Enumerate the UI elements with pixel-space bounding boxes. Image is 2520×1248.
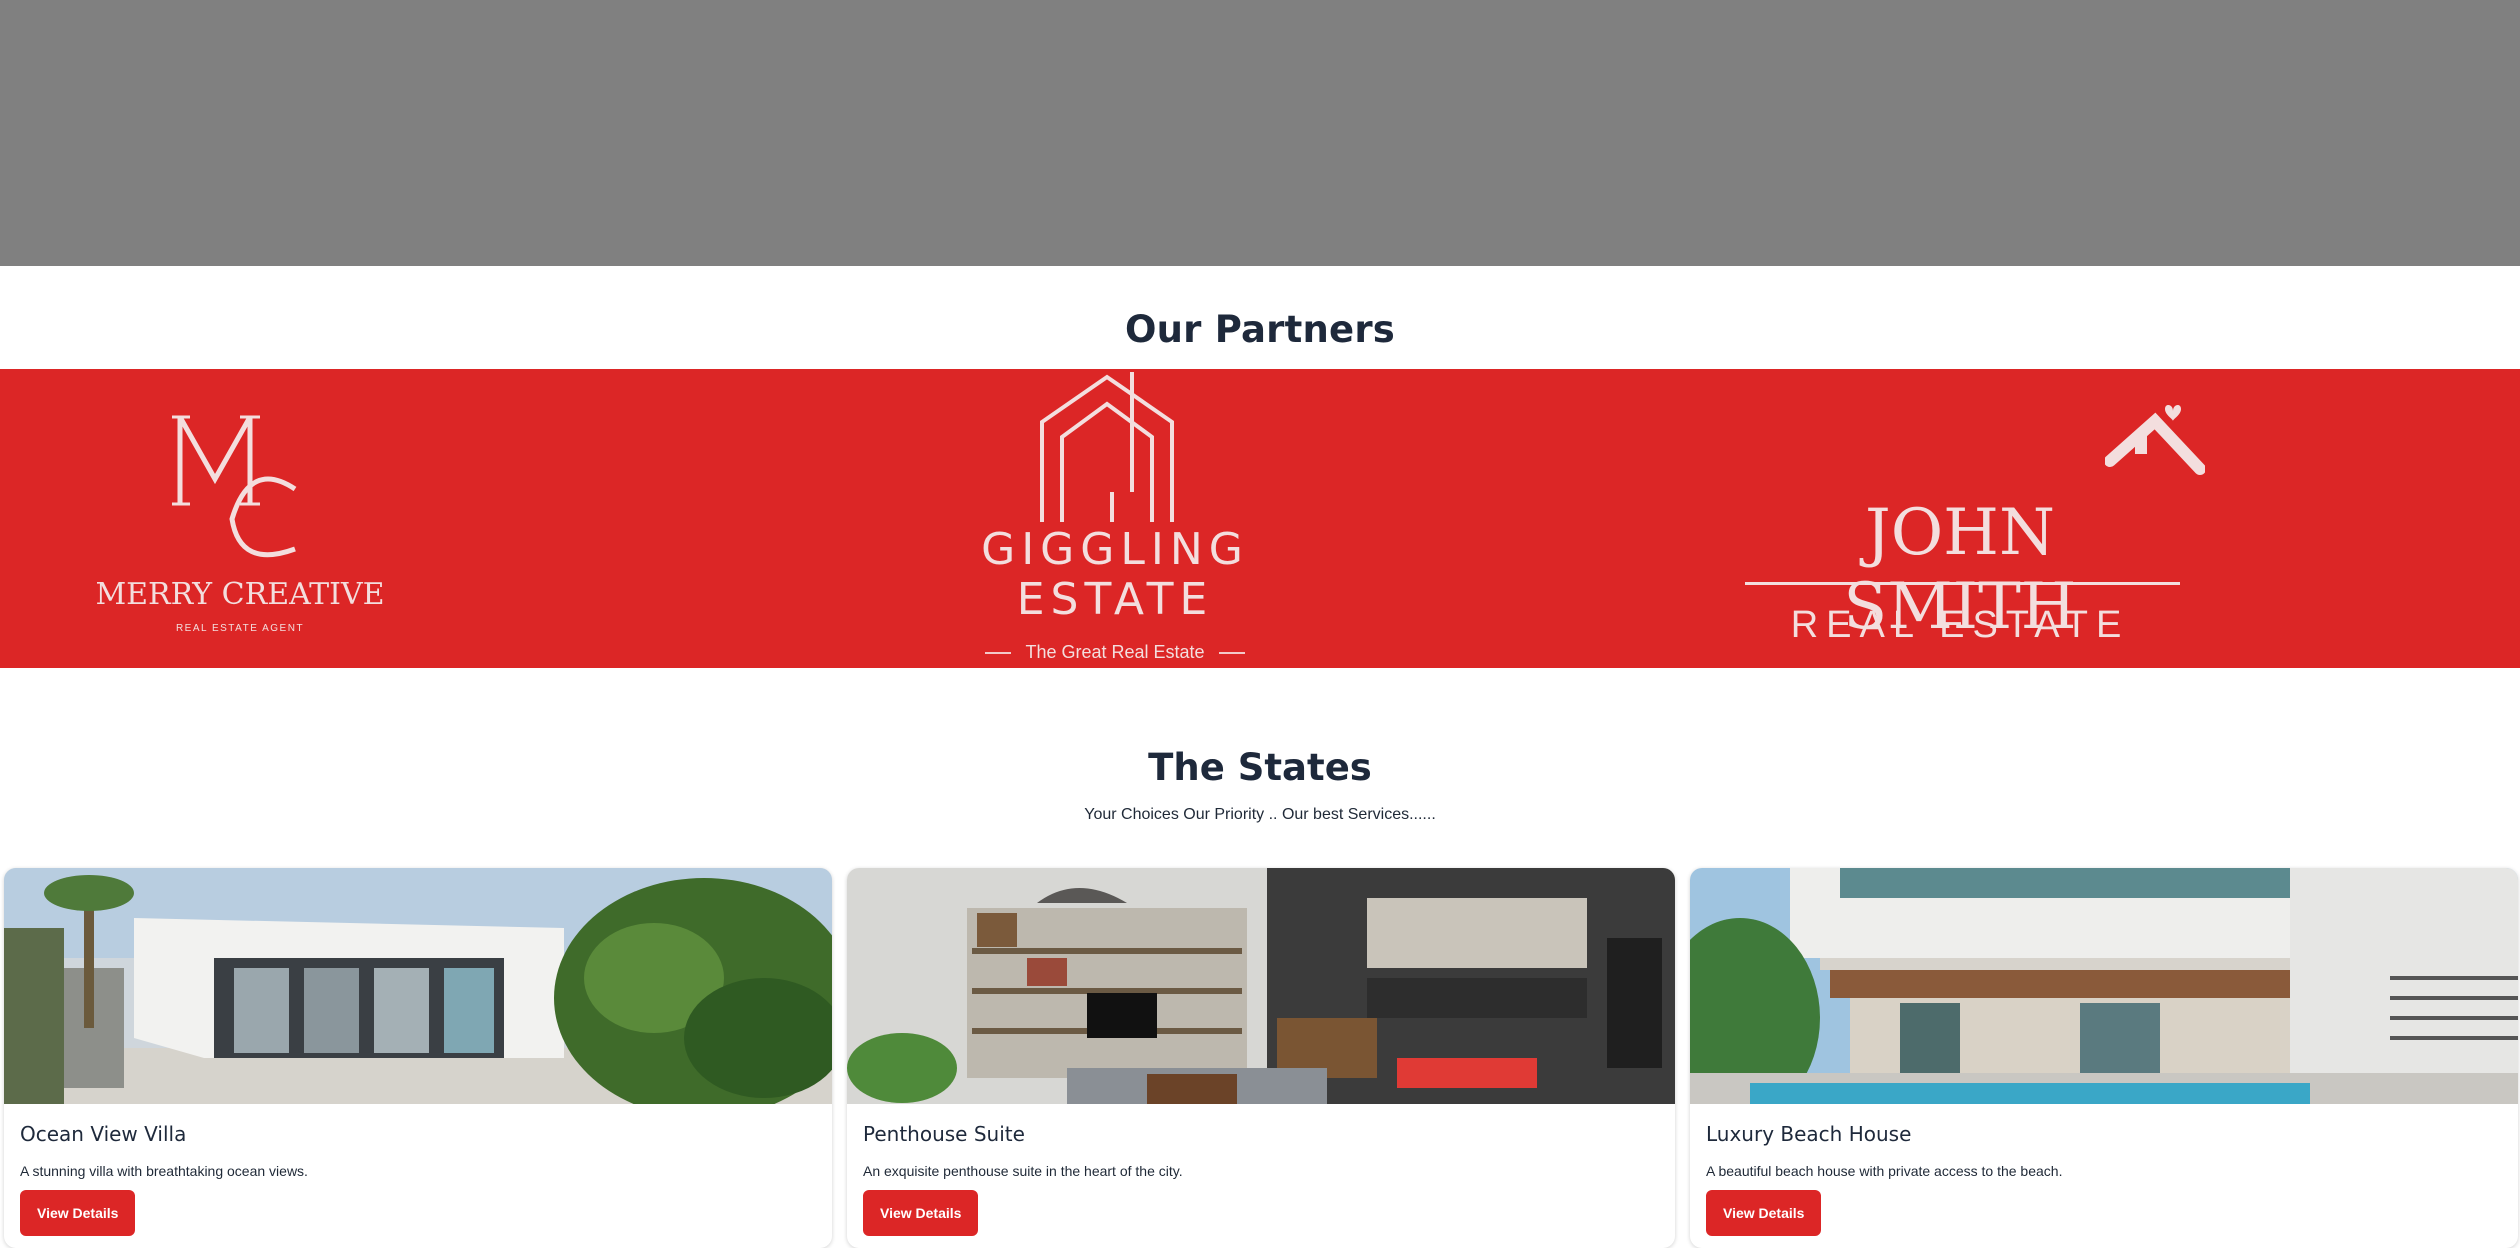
giggling-estate-name-line1: GIGGLING bbox=[981, 524, 1249, 575]
giggling-estate-tagline: The Great Real Estate bbox=[1025, 642, 1205, 662]
divider-dash bbox=[985, 652, 1012, 655]
property-title: Penthouse Suite bbox=[863, 1122, 1025, 1146]
giggling-estate-tagline-row: The Great Real Estate bbox=[960, 642, 1270, 663]
merry-creative-logo[interactable]: MERRY CREATIVE REAL ESTATE AGENT bbox=[95, 409, 385, 649]
property-card-ocean-view-villa: Ocean View Villa A stunning villa with b… bbox=[4, 868, 832, 1248]
giggling-estate-logo[interactable]: GIGGLING ESTATE The Great Real Estate bbox=[960, 372, 1280, 668]
view-details-button[interactable]: View Details bbox=[20, 1190, 136, 1236]
hero-banner bbox=[0, 0, 2520, 266]
john-smith-tagline: REAL ESTATE bbox=[1790, 604, 2130, 646]
merry-creative-name: MERRY CREATIVE bbox=[95, 577, 385, 612]
view-details-button[interactable]: View Details bbox=[863, 1190, 979, 1236]
john-smith-logo[interactable]: JOHN SMITH REAL ESTATE bbox=[1740, 399, 2210, 646]
divider-line bbox=[1745, 582, 2180, 585]
property-photo bbox=[1690, 868, 2518, 1104]
view-details-button[interactable]: View Details bbox=[1706, 1190, 1822, 1236]
partners-band: MERRY CREATIVE REAL ESTATE AGENT GIGGLIN… bbox=[0, 369, 2520, 668]
giggling-estate-name-line2: ESTATE bbox=[1016, 574, 1214, 625]
property-photo bbox=[847, 868, 1675, 1104]
mc-monogram-icon bbox=[172, 415, 297, 558]
roof-heart-icon bbox=[2105, 405, 2205, 475]
property-description: A stunning villa with breathtaking ocean… bbox=[20, 1163, 308, 1179]
states-subtitle: Your Choices Our Priority .. Our best Se… bbox=[1084, 806, 1436, 823]
property-card-luxury-beach-house: Luxury Beach House A beautiful beach hou… bbox=[1690, 868, 2518, 1248]
partners-heading: Our Partners bbox=[1124, 308, 1396, 351]
property-title: Luxury Beach House bbox=[1706, 1122, 1912, 1146]
property-title: Ocean View Villa bbox=[20, 1122, 187, 1146]
merry-creative-tagline: REAL ESTATE AGENT bbox=[175, 623, 305, 634]
property-card-penthouse-suite: Penthouse Suite An exquisite penthouse s… bbox=[847, 868, 1675, 1248]
property-photo bbox=[4, 868, 832, 1104]
divider-dash bbox=[1218, 652, 1245, 655]
property-description: A beautiful beach house with private acc… bbox=[1706, 1163, 2063, 1179]
house-outline-icon bbox=[1040, 372, 1174, 522]
states-heading: The States bbox=[1148, 746, 1372, 789]
property-description: An exquisite penthouse suite in the hear… bbox=[863, 1163, 1183, 1179]
